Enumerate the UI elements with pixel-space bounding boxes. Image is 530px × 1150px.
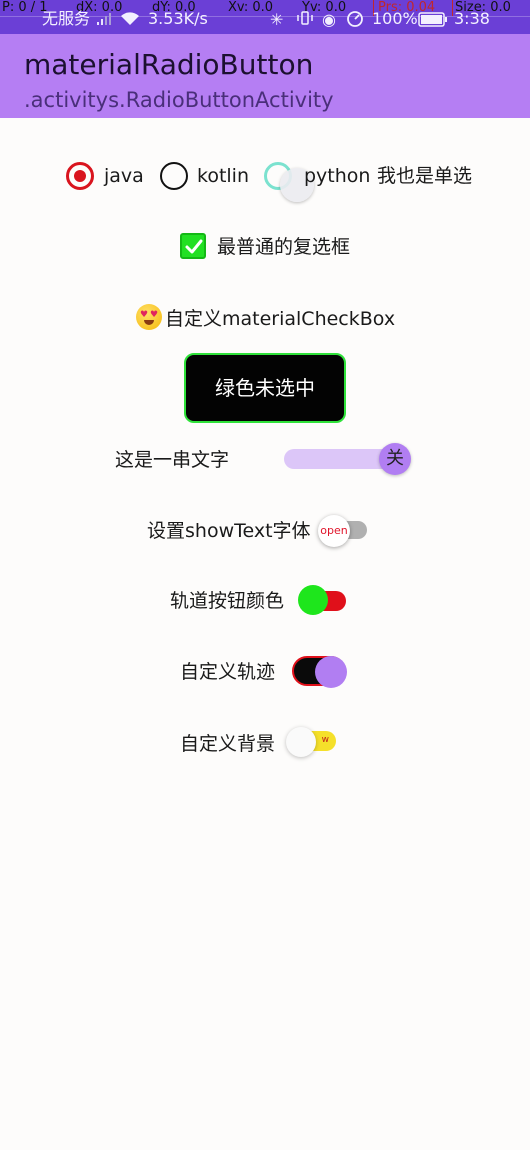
- radio-kotlin-circle[interactable]: [160, 162, 188, 190]
- switch-track-thumb-label: 轨道按钮颜色: [170, 590, 285, 612]
- debug-xv: Xv: 0.0: [228, 0, 274, 15]
- radio-python-label: python: [304, 165, 371, 187]
- battery-icon: [418, 11, 448, 33]
- signal-icon: [96, 10, 112, 32]
- switch-custom-track-thumb[interactable]: [315, 656, 347, 688]
- data-saver-icon: [346, 10, 364, 34]
- vibrate-icon: [296, 10, 314, 32]
- switch-custom-bg-thumb[interactable]: [286, 727, 316, 757]
- activity-subtitle: .activitys.RadioButtonActivity: [24, 88, 334, 112]
- clock: 3:38: [454, 9, 490, 28]
- switch-track-thumb-thumb[interactable]: [298, 585, 328, 615]
- debug-pointer: P: 0 / 1: [2, 0, 48, 15]
- switch-custom-bg-label: 自定义背景: [180, 733, 276, 755]
- app-bar: materialRadioButton .activitys.RadioButt…: [0, 34, 530, 118]
- heart-eyes-emoji-icon[interactable]: ♥ ♥: [136, 304, 162, 330]
- radio-java-label: java: [104, 165, 144, 187]
- app-title: materialRadioButton: [24, 48, 314, 81]
- checkbox-custom-label: 自定义materialCheckBox: [165, 308, 396, 330]
- carrier-text: 无服务: [42, 9, 91, 28]
- green-toggle-button[interactable]: 绿色未选中: [184, 353, 346, 423]
- switch-custom-track-label: 自定义轨迹: [180, 661, 276, 683]
- switch-text-thumb[interactable]: 关: [379, 443, 411, 475]
- checkbox-plain-box[interactable]: [180, 233, 206, 259]
- extra-radio-label[interactable]: 我也是单选: [377, 164, 472, 188]
- switch-custom-bg-track-text: w: [321, 735, 329, 745]
- switch-text-label: 这是一串文字: [115, 449, 230, 471]
- network-speed: 3.53K/s: [148, 9, 208, 28]
- radio-kotlin-label: kotlin: [197, 165, 249, 187]
- battery-percent: 100%: [372, 9, 418, 28]
- checkbox-plain-label: 最普通的复选框: [217, 236, 351, 258]
- debug-size-bar: [452, 0, 453, 16]
- bluetooth-icon: ✳: [270, 10, 284, 29]
- status-bar: P: 0 / 1 dX: 0.0 dY: 0.0 Xv: 0.0 Yv: 0.0…: [0, 0, 530, 34]
- switch-showtext-thumb[interactable]: open: [318, 515, 350, 547]
- location-icon: ◉: [322, 10, 336, 29]
- radio-java-circle[interactable]: [66, 162, 94, 190]
- wifi-icon: [120, 10, 140, 32]
- check-icon: [185, 239, 203, 254]
- switch-showtext-label: 设置showText字体: [147, 520, 311, 542]
